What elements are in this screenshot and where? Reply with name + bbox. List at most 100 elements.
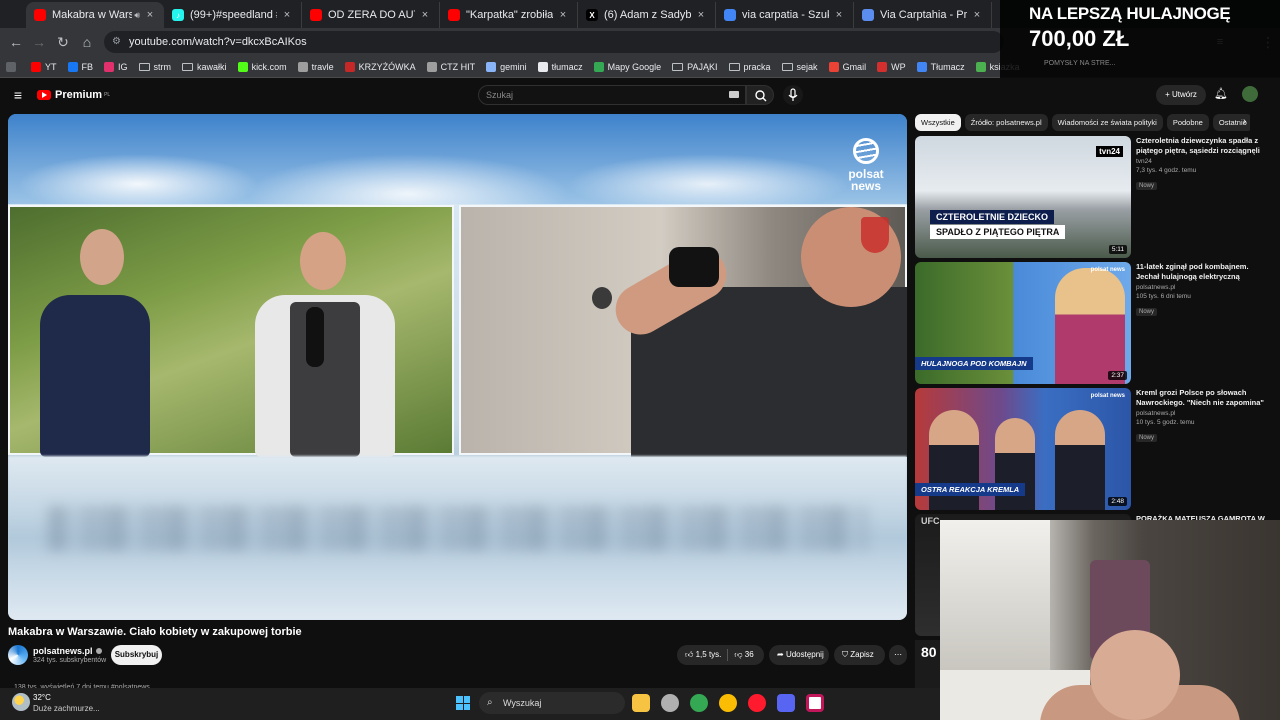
bookmark-gmail[interactable]: Gmail [828, 61, 866, 72]
video-player[interactable]: polsat news [8, 114, 907, 620]
recommendation-item[interactable]: polsat news OSTRA REAKCJA KREMLA 2:48 Kr… [915, 388, 1275, 510]
forward-button[interactable]: → [29, 32, 49, 52]
bookmark-ctz-hit[interactable]: CTZ HIT [426, 61, 476, 72]
bookmark-gemini[interactable]: gemini [486, 61, 527, 72]
windows-start-icon[interactable] [456, 696, 470, 710]
browser-tab[interactable]: via carpatia - Szukaj w Go × [716, 2, 854, 28]
create-button[interactable]: + Utwórz [1156, 85, 1206, 105]
back-button[interactable]: ← [6, 32, 26, 52]
browser-tab[interactable]: Makabra w Warszawie🔊︎ × [26, 2, 164, 28]
bookmark-label: gemini [500, 61, 527, 72]
user-avatar[interactable] [1242, 86, 1258, 102]
recommendation-title[interactable]: 11-latek zginął pod kombajnem. Jechał hu… [1136, 262, 1268, 282]
apps-shortcut[interactable] [6, 61, 20, 72]
close-tab-icon[interactable]: × [695, 9, 707, 21]
browser-tab[interactable]: X (6) Adam z Sadyby w serw × [578, 2, 716, 28]
bookmark-label: CTZ HIT [440, 61, 476, 72]
dislike-button[interactable]: 👎︎ 36 [734, 650, 753, 659]
taskbar-chrome-icon[interactable] [690, 694, 708, 712]
filter-chip[interactable]: Wszystkie [915, 114, 961, 131]
police-officer-figure [40, 295, 150, 457]
close-tab-icon[interactable]: × [419, 9, 431, 21]
bookmark-paj-ki[interactable]: PAJĄKI [672, 62, 718, 72]
recommendation-channel[interactable]: polsatnews.pl [1136, 284, 1268, 291]
close-tab-icon[interactable]: × [971, 9, 983, 21]
chevron-right-icon[interactable]: › [1243, 116, 1246, 127]
new-badge: Nowy [1136, 182, 1158, 190]
recommendation-title[interactable]: Kreml grozi Polsce po słowach Nawrockieg… [1136, 388, 1268, 408]
close-tab-icon[interactable]: × [557, 9, 569, 21]
recommendation-item[interactable]: polsat news HULAJNOGA POD KOMBAJN 2:37 1… [915, 262, 1275, 384]
keyboard-icon[interactable] [729, 91, 739, 98]
voice-search-button[interactable] [783, 85, 803, 105]
weather-icon[interactable] [12, 693, 30, 711]
taskbar-opera-icon[interactable] [748, 694, 766, 712]
recommendation-thumbnail-partial[interactable]: 80 [915, 640, 940, 688]
browser-tab[interactable]: "Karpatka" zrobiła swoje. I × [440, 2, 578, 28]
channel-watermark: polsat news [840, 138, 892, 198]
taskbar-explorer-icon[interactable] [632, 694, 650, 712]
bookmark-pracka[interactable]: pracka [728, 62, 771, 72]
bookmark-sejak[interactable]: sejak [781, 62, 818, 72]
bookmark-t-umacz[interactable]: tłumacz [537, 61, 583, 72]
home-icon[interactable]: ⌂ [77, 32, 97, 52]
browser-tab[interactable]: Via Carptahia - Project Th × [854, 2, 992, 28]
weather-description[interactable]: Duże zachmurze... [33, 704, 100, 713]
channel-avatar[interactable] [8, 645, 28, 665]
bookmark-travle[interactable]: travle [297, 61, 334, 72]
site-info-icon[interactable]: ⚙ [112, 31, 121, 53]
recommendation-channel[interactable]: tvn24 [1136, 158, 1268, 165]
tab-favicon-icon [862, 9, 874, 21]
taskbar-app-white-icon[interactable] [806, 694, 824, 712]
close-tab-icon[interactable]: × [833, 9, 845, 21]
more-actions-button[interactable]: ⋯ [889, 645, 907, 665]
filter-chip[interactable]: Podobne [1166, 114, 1209, 131]
bookmark-kick-com[interactable]: kick.com [237, 61, 287, 72]
tab-audio-icon[interactable]: 🔊︎ [134, 10, 140, 21]
bookmark-label: Mapy Google [607, 61, 662, 72]
bookmark-yt[interactable]: YT [31, 61, 57, 72]
taskbar-discord-icon[interactable] [777, 694, 795, 712]
share-button[interactable]: ➦ Udostępnij [769, 645, 829, 665]
weather-temperature[interactable]: 32°C [33, 693, 51, 702]
bookmark-krzy-wka[interactable]: KRZYŻÓWKA [344, 61, 416, 72]
search-button[interactable] [746, 85, 774, 105]
taskbar-search[interactable]: ⌕ Wyszukaj [479, 692, 625, 714]
recommendation-title[interactable]: Czteroletnia dziewczynka spadła z piąteg… [1136, 136, 1268, 156]
recommendation-item[interactable]: tvn24 CZTEROLETNIE DZIECKO SPADŁO Z PIĄT… [915, 136, 1275, 258]
address-bar[interactable]: ⚙ youtube.com/watch?v=dkcxBcAIKos [104, 31, 1004, 53]
youtube-logo[interactable]: Premium PL [37, 89, 110, 101]
recommendation-thumbnail[interactable]: polsat news OSTRA REAKCJA KREMLA 2:48 [915, 388, 1131, 510]
bookmark-fb[interactable]: FB [67, 61, 93, 72]
search-icon: ⌕ [487, 697, 493, 708]
save-button[interactable]: ⛉ Zapisz [834, 645, 885, 665]
bookmark-t-umacz[interactable]: Tłumacz [916, 61, 965, 72]
bookmark-favicon-icon [593, 61, 604, 72]
close-tab-icon[interactable]: × [281, 9, 293, 21]
hamburger-menu-icon[interactable]: ≡ [8, 85, 28, 105]
channel-name[interactable]: polsatnews.pl [33, 646, 102, 656]
notifications-bell-icon[interactable]: 🔔︎ [1214, 87, 1228, 100]
bookmark-wp[interactable]: WP [877, 61, 906, 72]
browser-tab[interactable]: ♪ (99+)#speedland #krosno × [164, 2, 302, 28]
bookmark-mapy-google[interactable]: Mapy Google [593, 61, 662, 72]
browser-tab[interactable]: OD ZERA DO AUTA - ODC × [302, 2, 440, 28]
bookmark-strm[interactable]: strm [138, 62, 171, 72]
search-input[interactable]: Szukaj [478, 85, 746, 105]
filter-chip[interactable]: Źródło: polsatnews.pl [964, 114, 1048, 131]
recommendation-thumbnail[interactable]: polsat news HULAJNOGA POD KOMBAJN 2:37 [915, 262, 1131, 384]
like-button[interactable]: 👍︎ 1,5 tys. [685, 650, 721, 659]
bookmark-kawa-ki[interactable]: kawałki [182, 62, 227, 72]
taskbar-copilot-icon[interactable] [661, 694, 679, 712]
polsat-logo: polsat news [1090, 267, 1125, 273]
taskbar-chrome-2-icon[interactable] [719, 694, 737, 712]
recommendation-channel[interactable]: polsatnews.pl [1136, 410, 1268, 417]
close-tab-icon[interactable]: × [144, 9, 156, 21]
bookmark-favicon-icon [916, 61, 927, 72]
subscribe-button[interactable]: Subskrybuj [111, 645, 162, 665]
recommendation-thumbnail[interactable]: tvn24 CZTEROLETNIE DZIECKO SPADŁO Z PIĄT… [915, 136, 1131, 258]
reload-button[interactable]: ↻ [53, 32, 73, 52]
bookmark-ig[interactable]: IG [104, 61, 128, 72]
filter-chip[interactable]: Wiadomości ze świata polityki [1051, 114, 1163, 131]
apps-grid-icon[interactable] [6, 61, 16, 72]
